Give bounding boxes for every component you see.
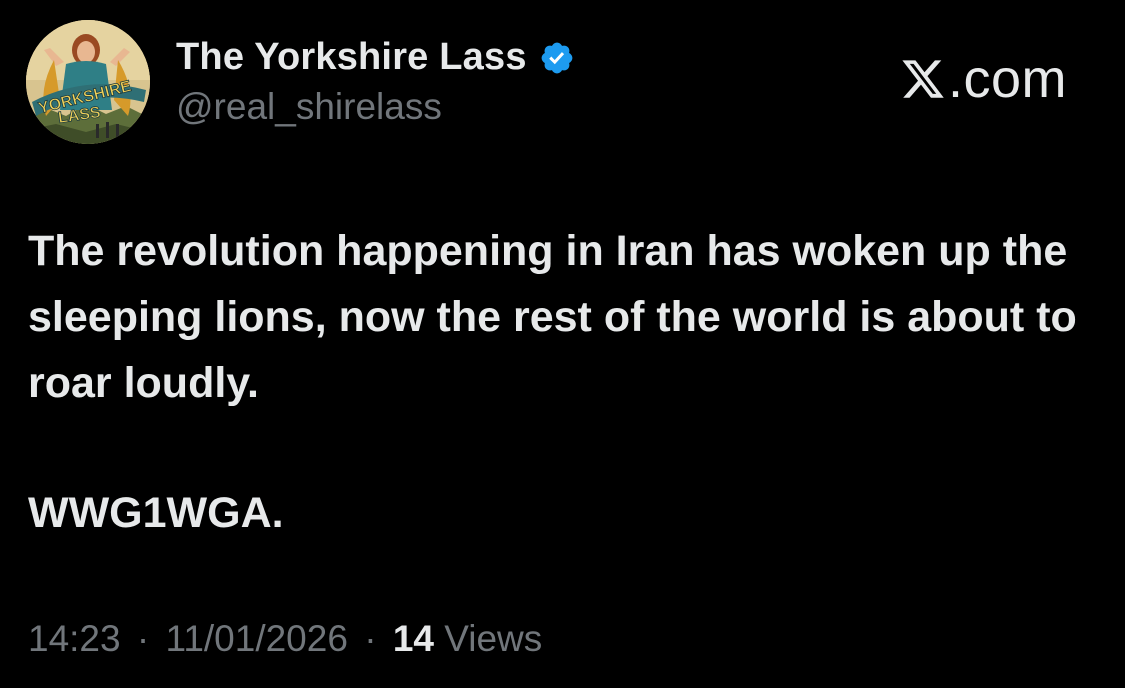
author-handle[interactable]: @real_shirelass [176, 86, 442, 128]
views-label: Views [444, 618, 543, 659]
brand-domain-text: .com [947, 49, 1067, 109]
views-count[interactable]: 14 [393, 618, 434, 659]
meta-separator: · [364, 618, 377, 659]
tweet-text-paragraph: The revolution happening in Iran has wok… [28, 227, 1077, 407]
verified-badge-icon [539, 40, 575, 76]
tweet-card: YORKSHIRE LASS The Yorkshire Lass @real_… [0, 0, 1125, 688]
avatar-illustration-icon: YORKSHIRE LASS [26, 20, 150, 144]
author-display-name[interactable]: The Yorkshire Lass [176, 36, 527, 79]
author-name-row: The Yorkshire Lass [176, 36, 575, 79]
tweet-text: The revolution happening in Iran has wok… [28, 218, 1088, 416]
tweet-time[interactable]: 14:23 [28, 618, 121, 659]
brand-watermark: .com [900, 52, 1067, 106]
tweet-tag-line: WWG1WGA. [28, 489, 284, 537]
tweet-date[interactable]: 11/01/2026 [165, 618, 347, 659]
x-logo-icon [900, 56, 946, 102]
meta-separator: · [136, 618, 150, 659]
avatar[interactable]: YORKSHIRE LASS [26, 20, 150, 144]
tweet-meta: 14:23 · 11/01/2026 · 14 Views [28, 618, 542, 660]
